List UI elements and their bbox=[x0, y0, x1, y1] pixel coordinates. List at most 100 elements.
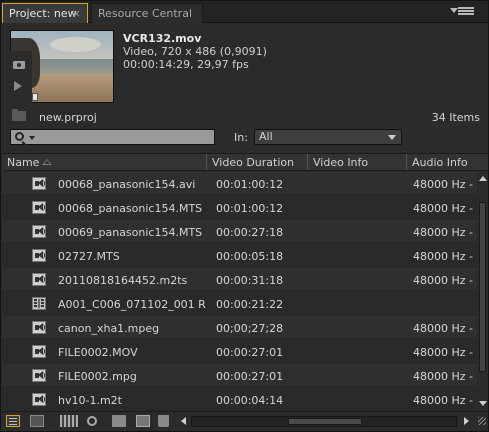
table-row[interactable]: hv10-1.m2t 00:00:04:14 48000 Hz - bbox=[2, 388, 477, 410]
menu-line bbox=[458, 13, 474, 15]
row-duration: 00:00:05:18 bbox=[216, 250, 284, 263]
audio-video-clip-icon bbox=[32, 369, 46, 382]
audio-video-clip-icon bbox=[32, 201, 46, 214]
vertical-scrollbar[interactable] bbox=[477, 172, 488, 410]
row-duration: 00;00;27;28 bbox=[216, 322, 284, 335]
project-panel: Project: new × Resource Central VCR132.m… bbox=[0, 0, 489, 432]
row-audio-info: 48000 Hz - bbox=[413, 250, 474, 263]
menu-arrow-icon bbox=[450, 8, 458, 13]
scrollbar-thumb[interactable] bbox=[479, 202, 486, 372]
column-separator[interactable] bbox=[307, 154, 308, 170]
column-header-video-info[interactable]: Video Info bbox=[313, 156, 368, 169]
scrollbar-track[interactable] bbox=[191, 416, 457, 427]
scroll-up-icon[interactable] bbox=[479, 176, 487, 181]
scroll-right-icon[interactable] bbox=[464, 417, 469, 425]
menu-line bbox=[458, 10, 474, 12]
row-duration: 00:01:00:12 bbox=[216, 178, 284, 191]
audio-video-clip-icon bbox=[32, 345, 46, 358]
table-row[interactable]: FILE0002.MOV 00:00:27:01 48000 Hz - bbox=[2, 340, 477, 363]
search-options-icon[interactable] bbox=[29, 136, 35, 140]
row-duration: 00:00:04:14 bbox=[216, 394, 284, 407]
row-name: 20110818164452.m2ts bbox=[58, 274, 188, 287]
column-header-audio-info[interactable]: Audio Info bbox=[412, 156, 468, 169]
scrollbar-thumb[interactable] bbox=[288, 418, 362, 425]
film-frame bbox=[38, 299, 40, 308]
resize-grip-icon[interactable] bbox=[478, 417, 486, 425]
trash-icon[interactable] bbox=[158, 415, 169, 427]
close-icon[interactable]: × bbox=[72, 4, 81, 23]
scroll-down-icon[interactable] bbox=[479, 401, 487, 406]
sound-wave bbox=[42, 276, 45, 283]
row-name: 02727.MTS bbox=[58, 250, 120, 263]
row-name: A001_C006_071102_001 R bbox=[58, 298, 206, 311]
thumb-cloud bbox=[49, 36, 101, 53]
row-audio-info: 48000 Hz - bbox=[413, 202, 474, 215]
tab-bar: Project: new × Resource Central bbox=[1, 1, 488, 23]
bottom-toolbar bbox=[2, 411, 488, 431]
audio-video-clip-icon bbox=[32, 393, 46, 406]
tab-resource-central[interactable]: Resource Central bbox=[91, 3, 203, 23]
row-duration: 00:00:27:01 bbox=[216, 370, 284, 383]
automate-to-sequence-icon[interactable] bbox=[60, 415, 78, 427]
sound-wave bbox=[42, 180, 45, 187]
row-duration: 00:00:27:18 bbox=[216, 226, 284, 239]
row-name: 00069_panasonic154.MTS bbox=[58, 226, 203, 239]
row-audio-info: 48000 Hz - bbox=[413, 322, 474, 335]
table-row[interactable]: FILE0002.mpg 00:00:27:01 48000 Hz - bbox=[2, 364, 477, 387]
tab-project-label: Project: new bbox=[9, 7, 77, 20]
list-line bbox=[9, 418, 17, 419]
tab-resource-central-label: Resource Central bbox=[98, 7, 192, 20]
search-input[interactable] bbox=[10, 129, 215, 145]
icon-view-icon[interactable] bbox=[30, 415, 44, 427]
table-row[interactable]: 00068_panasonic154.MTS 00:01:00:12 48000… bbox=[2, 196, 477, 219]
table-row[interactable]: canon_xha1.mpeg 00;00;27;28 48000 Hz - bbox=[2, 316, 477, 339]
row-duration: 00:00:27:01 bbox=[216, 346, 284, 359]
new-bin-icon[interactable] bbox=[112, 415, 126, 427]
menu-line bbox=[458, 7, 474, 9]
row-name: 00068_panasonic154.avi bbox=[58, 178, 196, 191]
column-separator[interactable] bbox=[406, 154, 407, 170]
table-header: Name Video Duration Video Info Audio Inf… bbox=[2, 153, 488, 171]
audio-video-clip-icon bbox=[32, 225, 46, 238]
new-item-icon[interactable] bbox=[136, 415, 150, 427]
play-icon[interactable] bbox=[14, 81, 22, 91]
table-row[interactable]: 20110818164452.m2ts 00:00:31:18 48000 Hz… bbox=[2, 268, 477, 291]
table-row[interactable]: A001_C006_071102_001 R 00:00:21:22 bbox=[2, 292, 477, 315]
sound-wave bbox=[42, 324, 45, 331]
poster-frame-icon[interactable] bbox=[13, 61, 25, 69]
row-audio-info: 48000 Hz - bbox=[413, 370, 474, 383]
film-strip-right bbox=[41, 299, 44, 308]
clip-duration-info: 00:00:14:29, 29,97 fps bbox=[123, 58, 249, 71]
file-list: 00068_panasonic154.avi 00:01:00:12 48000… bbox=[2, 172, 488, 410]
project-name: new.prproj bbox=[39, 111, 97, 124]
column-header-name[interactable]: Name bbox=[7, 156, 39, 169]
sound-wave bbox=[42, 396, 45, 403]
search-icon bbox=[15, 132, 24, 141]
row-audio-info: 48000 Hz - bbox=[413, 346, 474, 359]
panel-menu-icon[interactable] bbox=[450, 7, 474, 17]
items-count: 34 Items bbox=[431, 111, 480, 124]
thumbnail-controls bbox=[10, 51, 32, 103]
tab-project[interactable]: Project: new × bbox=[2, 3, 88, 23]
column-separator[interactable] bbox=[206, 154, 207, 170]
sound-wave bbox=[42, 372, 45, 379]
scrub-handle[interactable] bbox=[32, 93, 38, 101]
row-audio-info: 48000 Hz - bbox=[413, 274, 474, 287]
sound-wave bbox=[42, 348, 45, 355]
audio-video-clip-icon bbox=[32, 273, 46, 286]
in-dropdown[interactable]: All bbox=[254, 129, 402, 145]
film-strip-left bbox=[34, 299, 37, 308]
table-row[interactable]: 00069_panasonic154.MTS 00:00:27:18 48000… bbox=[2, 220, 477, 243]
row-duration: 00:00:31:18 bbox=[216, 274, 284, 287]
clip-name: VCR132.mov bbox=[123, 32, 202, 45]
table-row[interactable]: 00068_panasonic154.avi 00:01:00:12 48000… bbox=[2, 172, 477, 195]
list-view-icon[interactable] bbox=[6, 415, 20, 427]
in-label: In: bbox=[234, 131, 248, 144]
audio-video-clip-icon bbox=[32, 249, 46, 262]
row-audio-info: 48000 Hz - bbox=[413, 178, 474, 191]
scroll-left-icon[interactable] bbox=[181, 417, 186, 425]
table-row[interactable]: 02727.MTS 00:00:05:18 48000 Hz - bbox=[2, 244, 477, 267]
column-header-video-duration[interactable]: Video Duration bbox=[212, 156, 294, 169]
find-icon[interactable] bbox=[87, 416, 97, 426]
horizontal-scrollbar[interactable] bbox=[181, 415, 469, 428]
